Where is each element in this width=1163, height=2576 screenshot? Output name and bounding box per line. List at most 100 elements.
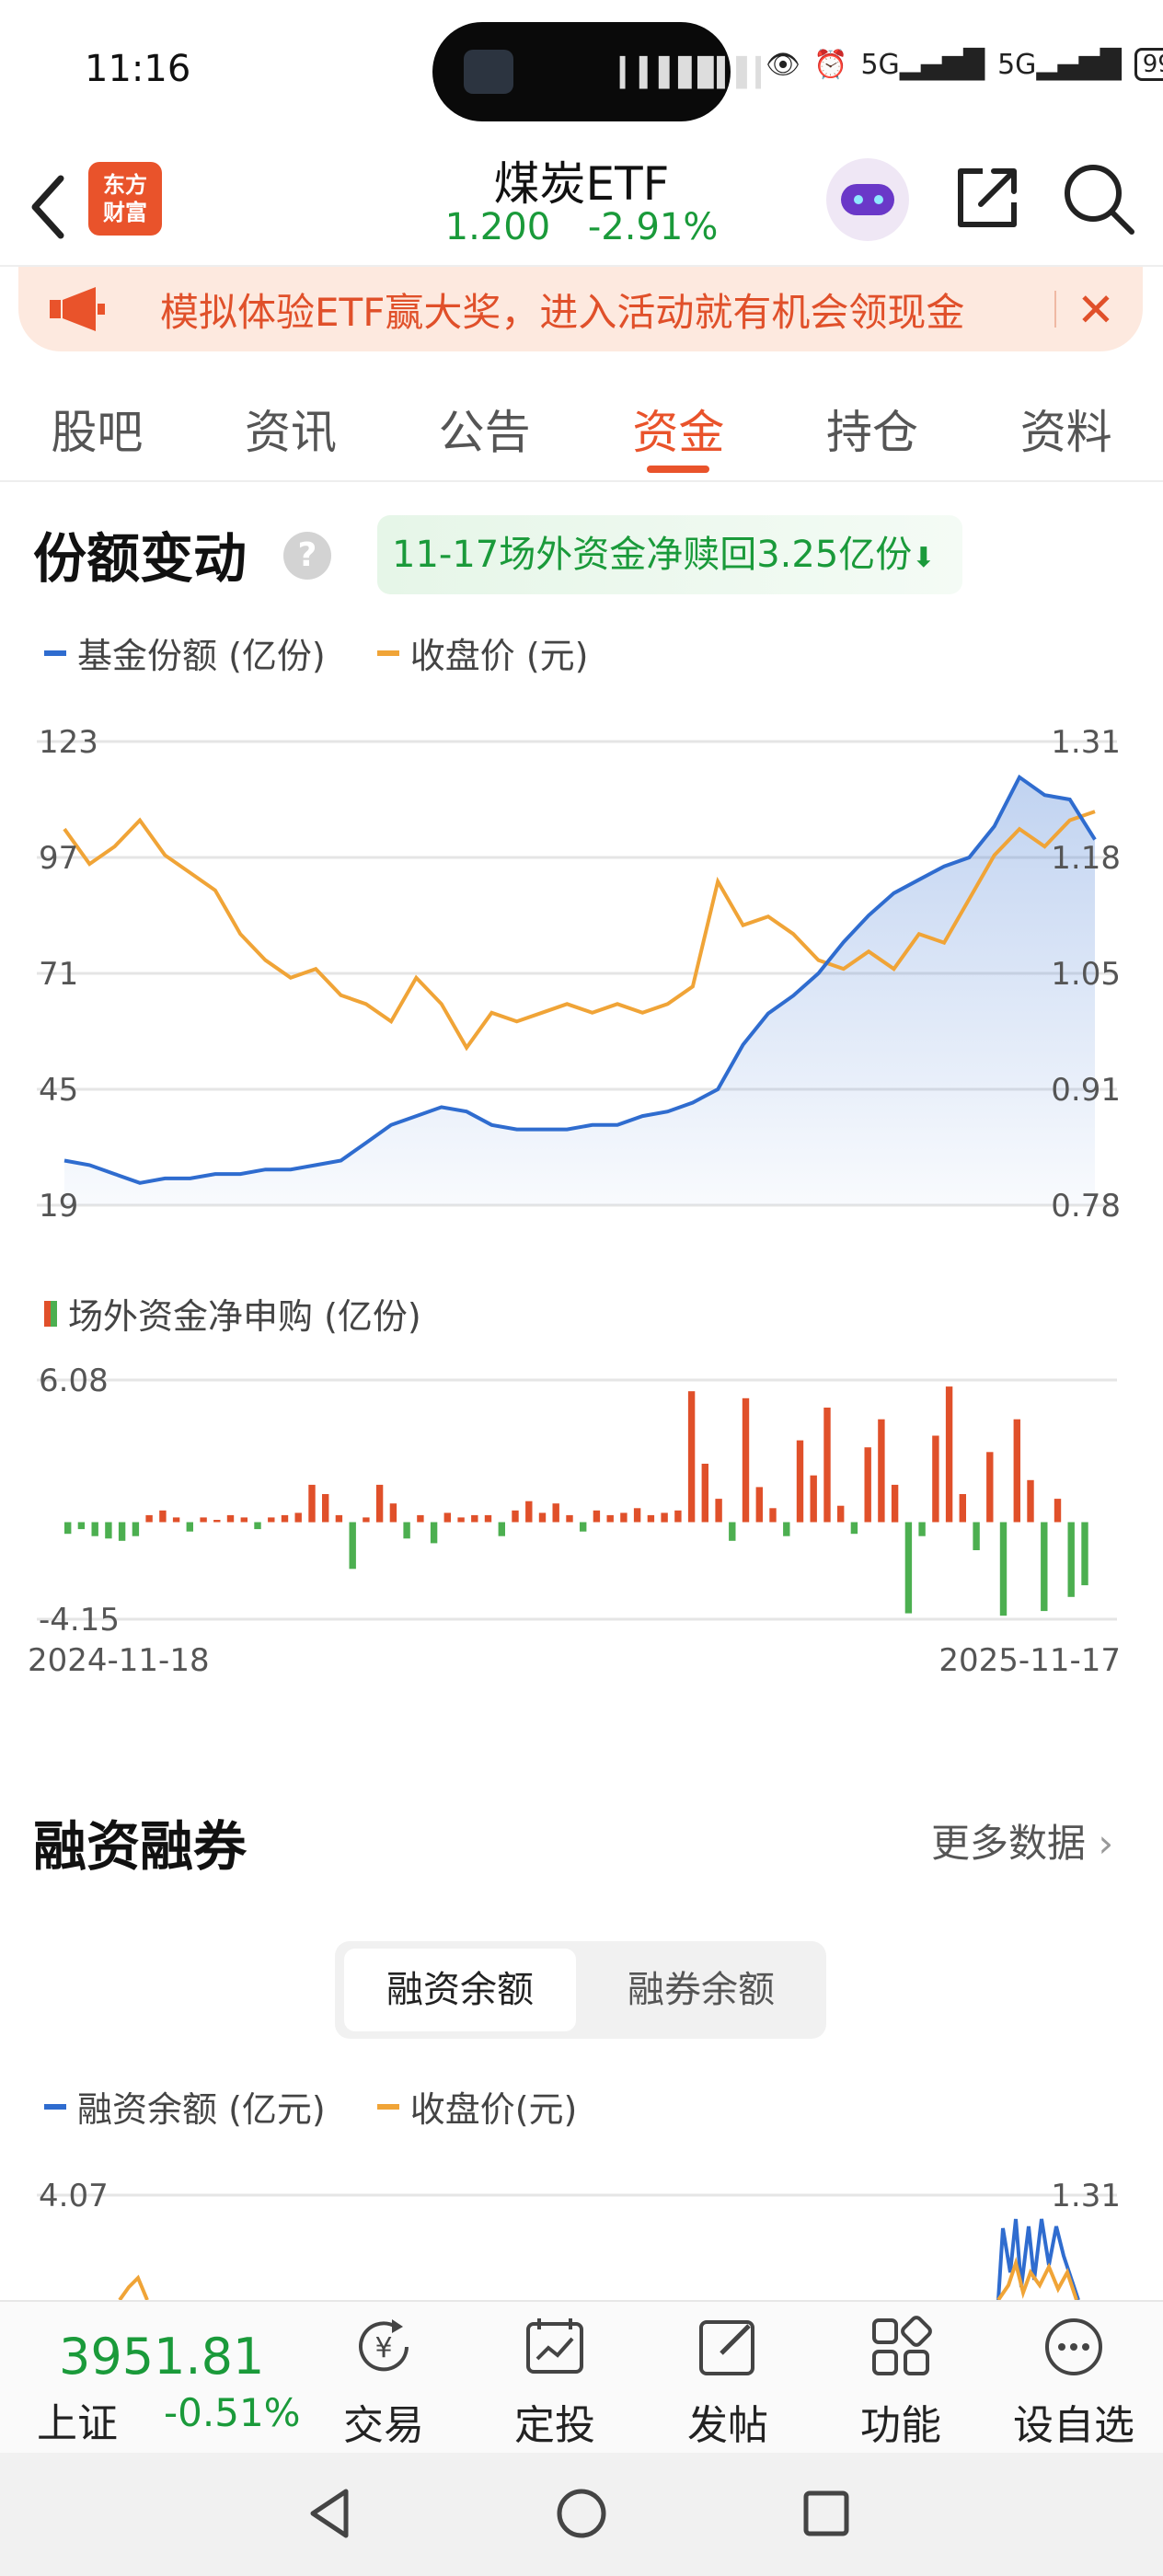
left-axis-tick: 19 <box>39 1188 78 1224</box>
share-icon[interactable] <box>951 162 1023 234</box>
segment-financing-balance[interactable]: 融资余额 <box>344 1949 576 2031</box>
tab-news[interactable]: 资讯 <box>194 368 388 480</box>
more-data-link[interactable]: 更多数据 › <box>931 1812 1113 1869</box>
album-art-icon <box>464 50 513 94</box>
left-axis-tick: 45 <box>39 1072 78 1109</box>
right-axis-tick: 1.18 <box>1051 840 1121 877</box>
net-bar <box>1027 1479 1034 1523</box>
net-bar <box>715 1499 722 1523</box>
left-axis-tick: 97 <box>39 840 78 877</box>
svg-text:¥: ¥ <box>374 2332 392 2364</box>
legend-price: 收盘价 (元) <box>409 636 589 676</box>
help-icon[interactable]: ? <box>283 532 331 580</box>
tab-bar: 股吧 资讯 公告 资金 持仓 资料 <box>0 368 1163 482</box>
net-bar <box>268 1517 275 1523</box>
close-icon[interactable]: ✕ <box>1077 283 1115 337</box>
net-bar <box>172 1517 180 1523</box>
net-bar <box>633 1508 641 1523</box>
net-bar <box>254 1522 261 1530</box>
trade-button[interactable]: ¥ 交易 <box>305 2315 462 2451</box>
net-bar <box>1041 1522 1048 1612</box>
net-bar <box>145 1514 153 1523</box>
net-bar <box>118 1522 126 1541</box>
more-circle-icon <box>1045 2318 1102 2375</box>
auto-invest-button[interactable]: 定投 <box>477 2315 633 2451</box>
net-bar <box>769 1508 777 1523</box>
net-bar <box>77 1522 86 1530</box>
ai-assistant-avatar[interactable] <box>826 158 909 241</box>
net-bar <box>308 1484 316 1523</box>
post-button[interactable]: 发帖 <box>650 2315 806 2451</box>
net-bar <box>403 1522 410 1539</box>
nav-back-icon[interactable] <box>304 2486 359 2541</box>
battery-icon: 99 <box>1134 48 1163 81</box>
left-axis-tick: 123 <box>39 724 98 761</box>
promo-banner[interactable]: 模拟体验ETF赢大奖，进入活动就有机会领现金 ✕ <box>18 267 1143 351</box>
chevron-right-icon: › <box>1086 1821 1114 1866</box>
shares-area <box>64 776 1095 1205</box>
index-name[interactable]: 上证 <box>37 2390 118 2449</box>
net-bar <box>457 1517 465 1523</box>
net-redemption-badge: 11-17场外资金净赎回3.25亿份⬇ <box>377 515 963 594</box>
net-bar <box>810 1475 817 1523</box>
net-bar <box>64 1522 72 1535</box>
net-bar <box>1067 1522 1075 1597</box>
net-bar <box>620 1512 628 1523</box>
tab-announcements[interactable]: 公告 <box>387 368 582 480</box>
status-bar: 11:16 ▎▍▌▋▊▍▌▎ 👁 ⏰ 5G▂▄▆█ 5G▂▄▆█ 99 <box>0 0 1163 147</box>
right-axis-tick: 0.78 <box>1051 1188 1121 1224</box>
net-bar <box>498 1522 505 1536</box>
net-bar <box>389 1503 397 1523</box>
tab-funds[interactable]: 资金 <box>582 368 776 480</box>
net-bar <box>878 1419 885 1523</box>
net-bar <box>864 1447 871 1523</box>
net-bar <box>986 1452 994 1523</box>
legend-balance: 融资余额 (亿元) <box>77 2089 326 2130</box>
tab-profile[interactable]: 资料 <box>969 368 1163 480</box>
signal-5g-icon: 5G▂▄▆█ <box>997 48 1122 81</box>
net-bar <box>552 1503 559 1523</box>
net-bar <box>606 1514 614 1523</box>
functions-button[interactable]: 功能 <box>823 2315 979 2451</box>
margin-segment-control: 融资余额 融券余额 <box>335 1941 826 2039</box>
margin-price-line-left <box>118 2274 149 2300</box>
net-bar <box>132 1522 140 1536</box>
net-bar <box>945 1386 953 1523</box>
audio-wave-icon: ▎▍▌▋▊▍▌▎ <box>620 57 777 89</box>
search-icon[interactable] <box>1062 162 1135 236</box>
net-bar <box>891 1484 899 1523</box>
net-bar <box>335 1514 343 1523</box>
net-bar <box>580 1522 587 1532</box>
legend-shares: 基金份额 (亿份) <box>77 636 326 676</box>
down-arrow-icon: ⬇ <box>912 542 936 574</box>
share-price-chart: 123 1.31 97 1.18 71 1.05 45 0.91 19 0.78 <box>37 724 1121 1224</box>
net-bar <box>363 1517 370 1523</box>
status-icons: 👁 ⏰ 5G▂▄▆█ 5G▂▄▆█ 99 <box>766 48 1163 81</box>
net-bar <box>484 1514 492 1523</box>
legend-swatch-balance <box>44 2103 66 2110</box>
megaphone-icon <box>50 287 105 331</box>
banner-text: 模拟体验ETF赢大奖，进入活动就有机会领现金 <box>160 290 965 335</box>
tab-holdings[interactable]: 持仓 <box>776 368 970 480</box>
right-axis-tick: 1.31 <box>1051 724 1121 761</box>
net-bar <box>213 1520 221 1523</box>
net-bar <box>755 1487 763 1523</box>
signal-5g-icon: 5G▂▄▆█ <box>860 48 985 81</box>
segment-securities-lending-balance[interactable]: 融券余额 <box>585 1949 817 2031</box>
add-watchlist-button[interactable]: 设自选 <box>996 2315 1152 2451</box>
net-bar <box>417 1514 424 1523</box>
net-bar <box>349 1522 356 1570</box>
tab-guba[interactable]: 股吧 <box>0 368 194 480</box>
legend-swatch-net <box>44 1300 57 1327</box>
nav-home-icon[interactable] <box>554 2486 609 2541</box>
margin-balance-line <box>996 2218 1080 2300</box>
index-value[interactable]: 3951.81 <box>59 2328 264 2386</box>
yen-refresh-icon: ¥ <box>359 2319 409 2372</box>
net-bar <box>566 1514 573 1523</box>
index-change[interactable]: -0.51% <box>164 2390 301 2435</box>
net-bar <box>823 1408 831 1523</box>
net-bar <box>850 1522 858 1535</box>
net-bar <box>701 1464 708 1523</box>
nav-recents-icon[interactable] <box>799 2486 854 2541</box>
net-bar <box>661 1512 668 1523</box>
